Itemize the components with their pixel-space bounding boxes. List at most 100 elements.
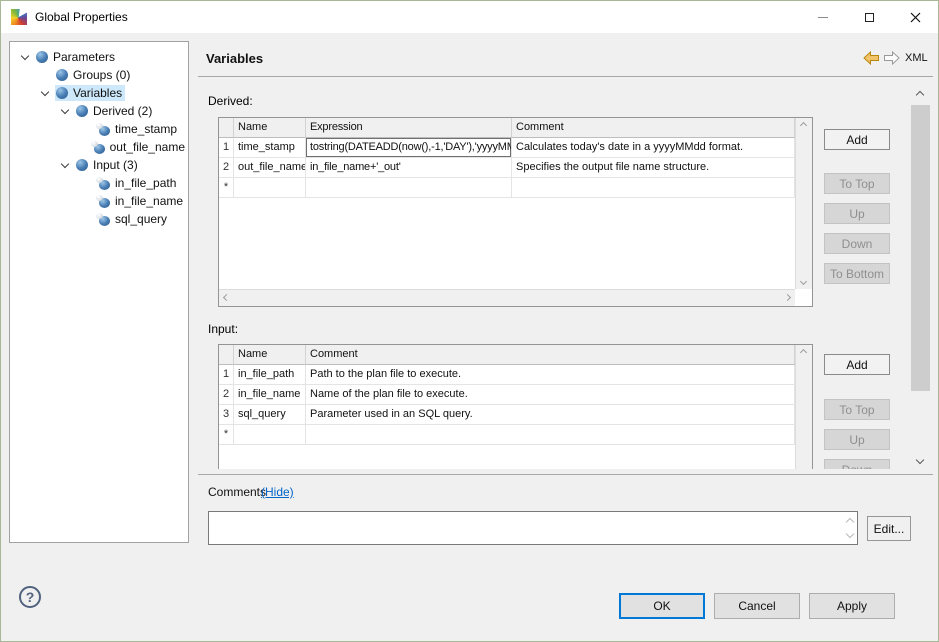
xml-link[interactable]: XML (905, 52, 928, 64)
table-row[interactable]: 1 in_file_path Path to the plan file to … (219, 365, 795, 385)
tree-item-time-stamp[interactable]: time_stamp (10, 120, 188, 138)
header-separator (198, 76, 933, 77)
tree-item-label: Groups (0) (73, 68, 130, 82)
tree-item-label: in_file_name (115, 194, 183, 208)
cell-comment[interactable] (512, 178, 795, 198)
derived-to-bottom-button[interactable]: To Bottom (824, 263, 890, 284)
tree-item-in-file-name[interactable]: in_file_name (10, 192, 188, 210)
comments-field-wrapper (208, 511, 858, 545)
help-icon[interactable]: ? (19, 586, 41, 608)
groups-sphere-icon (56, 69, 68, 81)
tree-item-label: Parameters (53, 50, 115, 64)
column-header-expression[interactable]: Expression (306, 118, 512, 138)
input-add-button[interactable]: Add (824, 354, 890, 375)
cell-comment[interactable]: Name of the plan file to execute. (306, 385, 795, 405)
derived-table-header[interactable]: Name Expression Comment (219, 118, 795, 138)
table-row[interactable]: 2 out_file_name in_file_name+'_out' Spec… (219, 158, 795, 178)
content-vscrollbar[interactable] (909, 86, 932, 469)
comments-separator (198, 474, 933, 475)
cell-name[interactable]: in_file_name (234, 385, 306, 405)
scroll-left-icon[interactable] (223, 294, 230, 301)
cell-name[interactable]: out_file_name (234, 158, 306, 178)
column-header-comment[interactable]: Comment (512, 118, 795, 138)
column-header-comment[interactable]: Comment (306, 345, 795, 365)
forward-arrow-icon[interactable] (883, 51, 900, 65)
input-up-button[interactable]: Up (824, 429, 890, 450)
cell-expression[interactable]: tostring(DATEADD(now(),-1,'DAY'),'yyyyMM… (306, 138, 512, 158)
edit-button[interactable]: Edit... (867, 516, 911, 541)
apply-button[interactable]: Apply (809, 593, 895, 619)
scroll-right-icon[interactable] (784, 294, 791, 301)
tree-item-parameters[interactable]: Parameters (10, 48, 188, 66)
cell-name[interactable] (234, 425, 306, 445)
selected-highlight: Variables (55, 85, 125, 101)
variables-sphere-icon (56, 87, 68, 99)
row-number: 3 (219, 405, 234, 425)
input-to-top-button[interactable]: To Top (824, 399, 890, 420)
close-icon (910, 12, 921, 23)
maximize-button[interactable] (846, 1, 892, 33)
table-row[interactable]: 3 sql_query Parameter used in an SQL que… (219, 405, 795, 425)
close-button[interactable] (892, 1, 938, 33)
table-row-new[interactable]: * (219, 178, 795, 198)
tree-item-input[interactable]: Input (3) (10, 156, 188, 174)
input-down-button[interactable]: Down (824, 459, 890, 469)
back-arrow-icon[interactable] (863, 51, 880, 65)
chevron-down-icon[interactable] (55, 110, 75, 113)
cell-name[interactable]: time_stamp (234, 138, 306, 158)
scroll-down-icon[interactable] (916, 456, 924, 464)
tree-item-derived[interactable]: Derived (2) (10, 102, 188, 120)
column-header-name[interactable]: Name (234, 345, 306, 365)
minimize-button[interactable] (800, 1, 846, 33)
cancel-button[interactable]: Cancel (714, 593, 800, 619)
input-table[interactable]: Name Comment 1 in_file_path Path to the … (218, 344, 813, 469)
cell-name[interactable]: in_file_path (234, 365, 306, 385)
scroll-up-icon[interactable] (800, 122, 807, 129)
cell-comment[interactable]: Parameter used in an SQL query. (306, 405, 795, 425)
cell-comment[interactable]: Specifies the output file name structure… (512, 158, 795, 178)
chevron-down-icon[interactable] (55, 164, 75, 167)
tree-item-in-file-path[interactable]: in_file_path (10, 174, 188, 192)
input-table-vscrollbar[interactable] (795, 345, 812, 469)
scroll-down-icon[interactable] (800, 278, 807, 285)
tree-item-label: out_file_name (110, 140, 185, 154)
column-header-name[interactable]: Name (234, 118, 306, 138)
row-number: 1 (219, 365, 234, 385)
chevron-down-icon[interactable] (35, 92, 55, 95)
derived-table[interactable]: Name Expression Comment 1 time_stamp tos… (218, 117, 813, 307)
derived-up-button[interactable]: Up (824, 203, 890, 224)
tree-item-out-file-name[interactable]: out_file_name (10, 138, 188, 156)
chevron-down-icon[interactable] (15, 56, 35, 59)
derived-to-top-button[interactable]: To Top (824, 173, 890, 194)
cell-expression[interactable]: in_file_name+'_out' (306, 158, 512, 178)
tree-item-label: in_file_path (115, 176, 176, 190)
table-row[interactable]: 1 time_stamp tostring(DATEADD(now(),-1,'… (219, 138, 795, 158)
derived-table-hscrollbar[interactable] (219, 289, 795, 306)
table-row[interactable]: 2 in_file_name Name of the plan file to … (219, 385, 795, 405)
cell-comment[interactable]: Path to the plan file to execute. (306, 365, 795, 385)
tree-item-sql-query[interactable]: sql_query (10, 210, 188, 228)
row-number: * (219, 178, 234, 198)
tree-item-variables[interactable]: Variables (10, 84, 188, 102)
derived-down-button[interactable]: Down (824, 233, 890, 254)
cell-name[interactable]: sql_query (234, 405, 306, 425)
scroll-up-icon[interactable] (916, 91, 924, 99)
parameter-tree: Parameters Groups (0) Variables Derived … (9, 41, 189, 543)
scrollbar-thumb[interactable] (911, 105, 930, 391)
ok-button[interactable]: OK (619, 593, 705, 619)
derived-table-vscrollbar[interactable] (795, 118, 812, 289)
input-table-header[interactable]: Name Comment (219, 345, 795, 365)
variables-content: Derived: Name Expression Comment 1 time_… (198, 86, 909, 469)
derived-add-button[interactable]: Add (824, 129, 890, 150)
title-bar: Global Properties (1, 1, 938, 33)
cell-comment[interactable] (306, 425, 795, 445)
comments-input[interactable] (209, 512, 857, 544)
input-sphere-icon (76, 159, 88, 171)
tree-item-groups[interactable]: Groups (0) (10, 66, 188, 84)
scroll-up-icon[interactable] (800, 349, 807, 356)
cell-comment[interactable]: Calculates today's date in a yyyyMMdd fo… (512, 138, 795, 158)
hide-link[interactable]: (Hide) (261, 485, 294, 499)
cell-name[interactable] (234, 178, 306, 198)
cell-expression[interactable] (306, 178, 512, 198)
table-row-new[interactable]: * (219, 425, 795, 445)
